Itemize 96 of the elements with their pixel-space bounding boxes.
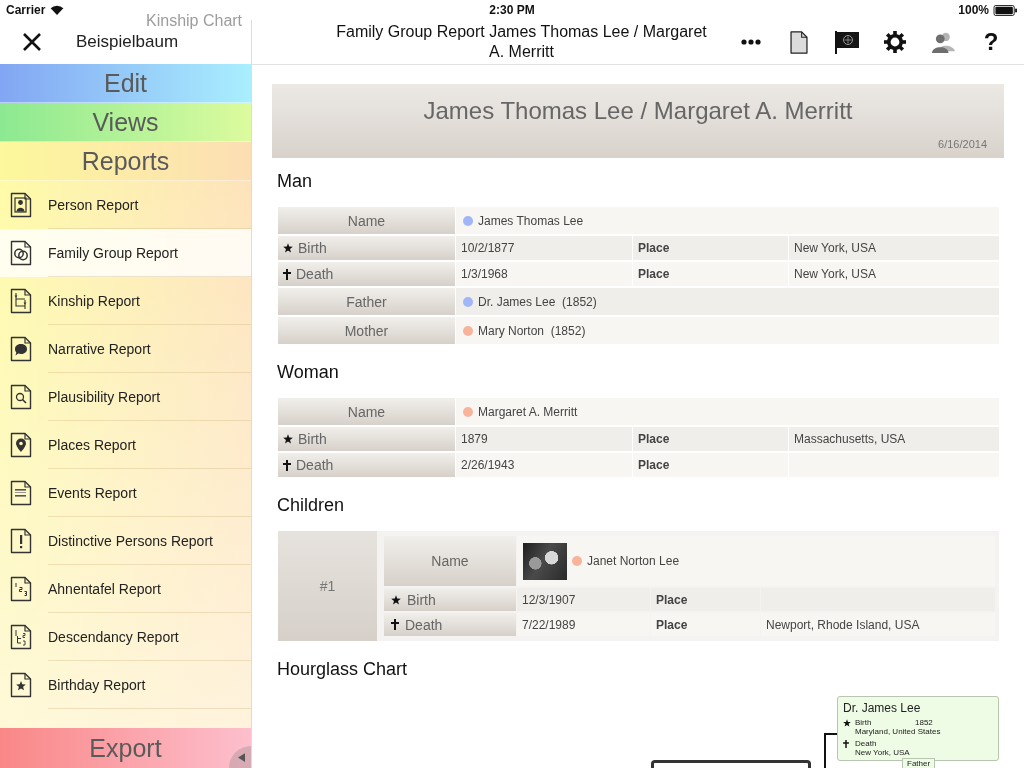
section-heading: Children bbox=[277, 495, 345, 515]
table-cell: New York, USA bbox=[789, 236, 999, 260]
table-cell: Place bbox=[633, 427, 788, 451]
report-list-item[interactable]: Birthday Report bbox=[0, 661, 251, 709]
label-cell: Name bbox=[278, 207, 455, 234]
event-place: New York, USA bbox=[855, 748, 910, 757]
event-place: Maryland, United States bbox=[855, 727, 941, 736]
star-icon bbox=[391, 594, 401, 605]
person-document-icon bbox=[10, 192, 32, 218]
close-button[interactable] bbox=[21, 31, 43, 53]
speech-bubble-document-icon bbox=[10, 336, 32, 362]
person-name[interactable]: Dr. James Lee (1852) bbox=[478, 294, 597, 309]
person-name[interactable]: Mary Norton (1852) bbox=[478, 323, 586, 338]
document-icon bbox=[790, 30, 808, 54]
star-document-icon bbox=[10, 672, 32, 698]
table-cell: 1879 bbox=[456, 427, 632, 451]
report-list-item[interactable]: Kinship Report bbox=[0, 277, 251, 325]
report-list-item[interactable]: Events Report bbox=[0, 469, 251, 517]
battery-percent: 100% bbox=[958, 3, 989, 17]
lines-document-icon bbox=[10, 480, 32, 506]
close-icon bbox=[22, 32, 42, 52]
carrier-name: Carrier bbox=[6, 3, 46, 17]
report-list-item[interactable]: Descendancy Report bbox=[0, 613, 251, 661]
event-label: Birth bbox=[855, 718, 872, 727]
person-name[interactable]: Margaret A. Merritt bbox=[478, 404, 578, 419]
page-title: Family Group Report James Thomas Lee / Margaret A. Merritt bbox=[335, 22, 708, 62]
section-button[interactable]: Views bbox=[0, 103, 251, 142]
label-cell: Name bbox=[278, 398, 455, 425]
caret-icon bbox=[238, 752, 245, 762]
relation-tag: Father bbox=[902, 758, 936, 768]
section-button[interactable]: Edit bbox=[0, 64, 251, 103]
wifi-icon bbox=[50, 5, 65, 15]
report-list-item[interactable]: Narrative Report bbox=[0, 325, 251, 373]
people-icon bbox=[930, 31, 956, 53]
person-name[interactable]: Janet Norton Lee bbox=[587, 554, 680, 568]
tree-title: Beispielbaum bbox=[76, 32, 179, 52]
section-heading: Man bbox=[277, 171, 312, 191]
field-label: Death bbox=[405, 616, 443, 633]
section-heading: Woman bbox=[277, 362, 339, 382]
label-cell: Mother bbox=[278, 317, 455, 344]
field-label: Birth bbox=[407, 591, 436, 608]
connector-line bbox=[824, 733, 837, 768]
table-cell: New York, USA bbox=[789, 262, 999, 286]
export-button[interactable]: Export bbox=[0, 728, 251, 768]
star-icon bbox=[283, 243, 293, 253]
label-cell: Name bbox=[384, 536, 516, 586]
numbered-document-icon bbox=[10, 576, 32, 602]
table-cell: 1/3/1968 bbox=[456, 262, 632, 286]
table-cell: Place bbox=[633, 236, 788, 260]
settings-icon bbox=[883, 30, 907, 54]
field-label: Death bbox=[296, 266, 334, 282]
magnifier-document-icon bbox=[10, 384, 32, 410]
star-icon bbox=[843, 718, 851, 727]
section-heading: Hourglass Chart bbox=[277, 659, 408, 679]
battery-icon bbox=[993, 4, 1018, 16]
table-cell: #1 bbox=[278, 531, 377, 641]
status-time: 2:30 PM bbox=[489, 3, 535, 17]
report-list-item[interactable]: Family Group Report bbox=[0, 229, 251, 277]
table-cell: Place bbox=[651, 588, 760, 611]
label-cell: Father bbox=[278, 288, 455, 315]
field-label: Birth bbox=[298, 240, 327, 256]
table-cell: 12/3/1907 bbox=[517, 588, 650, 611]
report-list-item[interactable]: Plausibility Report bbox=[0, 373, 251, 421]
cross-icon bbox=[283, 268, 291, 280]
report-list-item[interactable]: Distinctive Persons Report bbox=[0, 517, 251, 565]
table-cell: Massachusetts, USA bbox=[789, 427, 999, 451]
section-button[interactable]: Reports bbox=[0, 142, 251, 181]
star-icon bbox=[283, 434, 293, 444]
cross-icon bbox=[391, 619, 399, 630]
ellipsis-icon bbox=[741, 39, 761, 45]
table-cell: 2/26/1943 bbox=[456, 453, 632, 477]
report-list-item[interactable]: Places Report bbox=[0, 421, 251, 469]
cross-icon bbox=[843, 739, 849, 748]
person-card[interactable]: Dr. James Lee Birth 1852 Maryland, United States Death New York, USA bbox=[837, 696, 999, 761]
flag-icon bbox=[834, 30, 860, 54]
exclamation-document-icon bbox=[10, 528, 32, 554]
cross-icon bbox=[283, 459, 291, 471]
collapse-button[interactable] bbox=[229, 746, 251, 768]
card-name: Dr. James Lee bbox=[843, 701, 921, 715]
tree-document-icon bbox=[10, 288, 32, 314]
event-year: 1852 bbox=[915, 718, 933, 727]
field-label: Death bbox=[296, 457, 334, 473]
faded-list-item-label: Kinship Chart bbox=[146, 12, 243, 30]
report-list-item[interactable]: Ahnentafel Report bbox=[0, 565, 251, 613]
help-button[interactable]: ? bbox=[971, 22, 1011, 62]
field-label: Birth bbox=[298, 431, 327, 447]
report-date: 6/16/2014 bbox=[938, 138, 987, 150]
table-cell: Place bbox=[633, 262, 788, 286]
person-name[interactable]: James Thomas Lee bbox=[478, 213, 584, 228]
event-label: Death bbox=[855, 739, 877, 748]
rings-document-icon bbox=[10, 240, 32, 266]
tree-numbers-document-icon bbox=[10, 624, 32, 650]
pin-document-icon bbox=[10, 432, 32, 458]
report-title: James Thomas Lee / Margaret A. Merritt bbox=[422, 97, 854, 125]
table-cell: Place bbox=[633, 453, 788, 477]
table-cell: 10/2/1877 bbox=[456, 236, 632, 260]
